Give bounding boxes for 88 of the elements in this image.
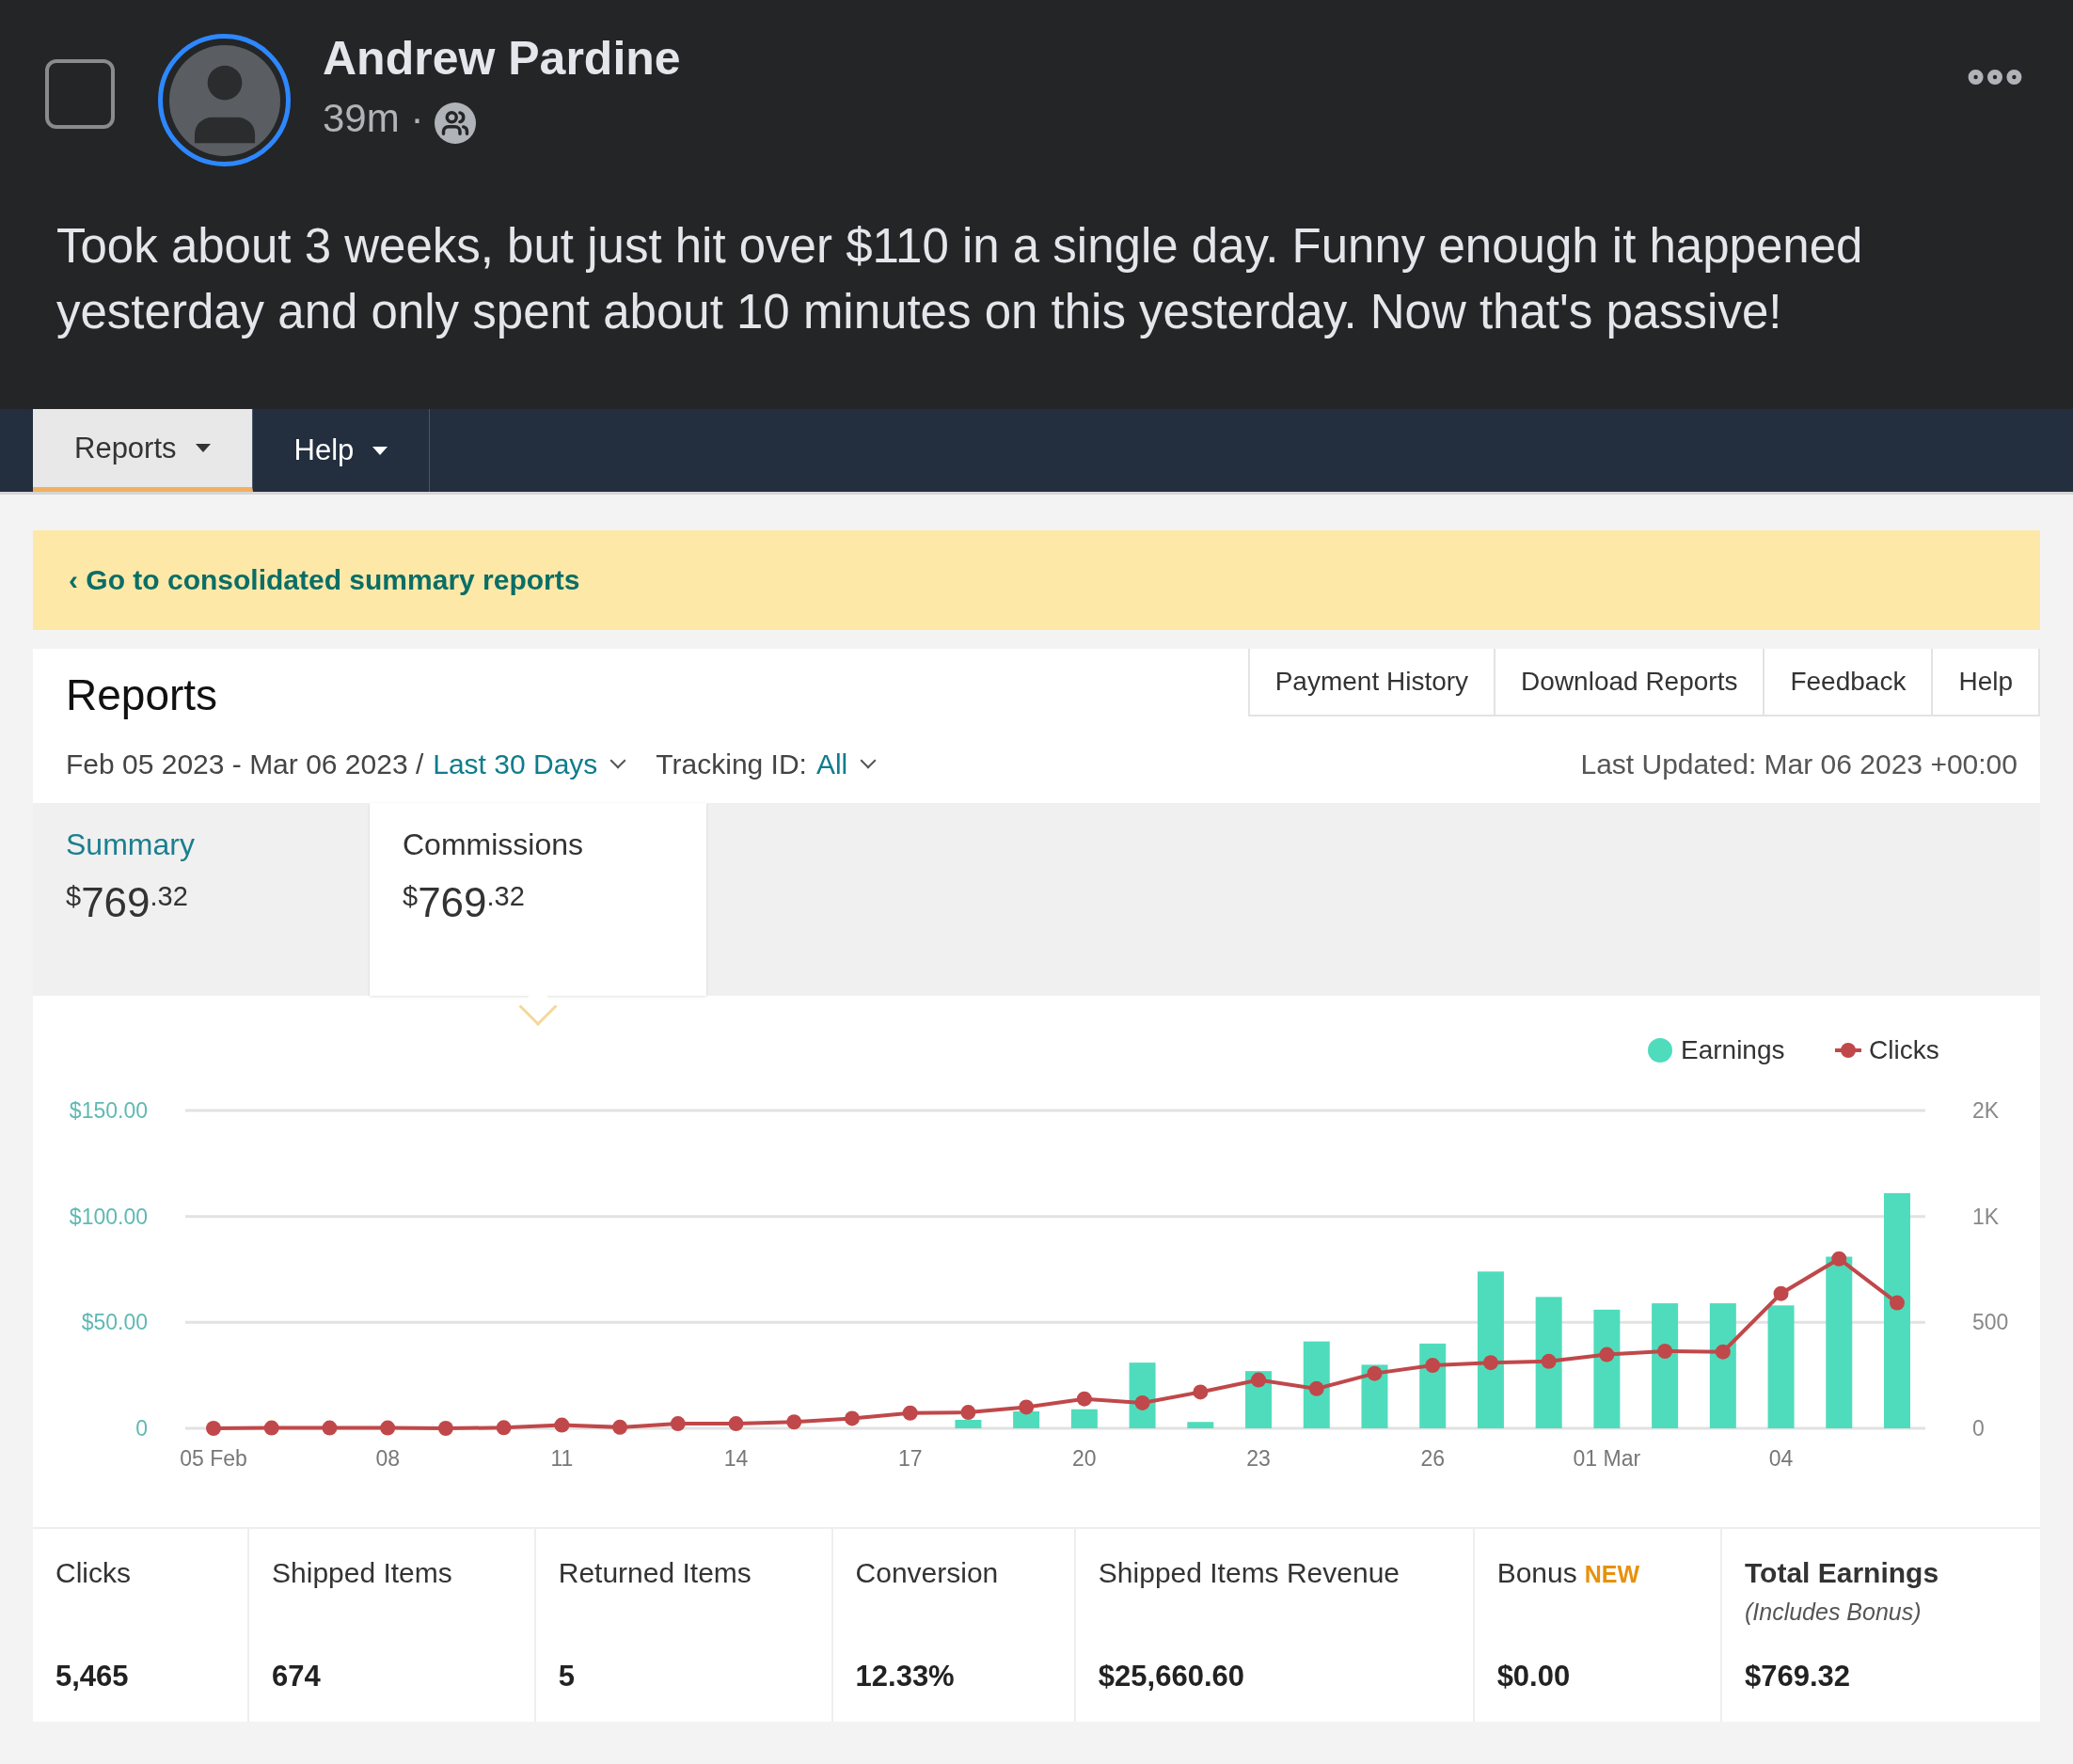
post-text: Took about 3 weeks, but just hit over $110 in a single day. Funny enough it happened yesterday and only spent about 10 minutes on this yesterday. Now that's passive! bbox=[56, 218, 1864, 340]
clicks-point bbox=[1193, 1384, 1209, 1400]
clicks-point bbox=[1890, 1295, 1905, 1311]
y-axis-label: 0 bbox=[135, 1416, 148, 1441]
y-axis-label: $50.00 bbox=[81, 1310, 148, 1335]
tab-label: Commissions bbox=[403, 827, 585, 862]
y-axis-label: $150.00 bbox=[69, 1098, 148, 1123]
stat-value: 5 bbox=[558, 1660, 576, 1693]
legend-label: Clicks bbox=[1869, 1035, 1939, 1064]
clicks-point bbox=[844, 1410, 860, 1426]
x-axis-label: 14 bbox=[723, 1446, 749, 1471]
clicks-point bbox=[322, 1420, 338, 1436]
clicks-point bbox=[1482, 1355, 1498, 1371]
clicks-point bbox=[437, 1421, 453, 1436]
clicks-point bbox=[380, 1420, 396, 1436]
stat-value: $25,660.60 bbox=[1098, 1660, 1245, 1693]
x-axis-label: 26 bbox=[1420, 1446, 1445, 1471]
date-range: Feb 05 2023 - Mar 06 2023 / bbox=[66, 748, 424, 780]
stat-note: (Includes Bonus) bbox=[1744, 1599, 1923, 1626]
clicks-point bbox=[1425, 1358, 1441, 1374]
earnings-bar bbox=[1187, 1422, 1214, 1428]
clicks-point bbox=[1076, 1391, 1092, 1407]
stat-value: $0.00 bbox=[1496, 1660, 1572, 1693]
clicks-point bbox=[1599, 1347, 1615, 1362]
clicks-point bbox=[1251, 1372, 1267, 1388]
tab-label: Summary bbox=[66, 827, 196, 862]
stat-label: Conversion bbox=[855, 1557, 999, 1589]
y-axis-label: $100.00 bbox=[69, 1204, 148, 1229]
period-dropdown[interactable]: Last 30 Days bbox=[433, 748, 598, 780]
clicks-point bbox=[263, 1420, 279, 1436]
earnings-bar bbox=[1013, 1410, 1040, 1428]
clicks-point bbox=[206, 1421, 221, 1436]
earnings-bar bbox=[955, 1420, 982, 1428]
stat-label: Shipped Items bbox=[272, 1557, 452, 1589]
clicks-point bbox=[1657, 1344, 1673, 1359]
clicks-point bbox=[612, 1419, 628, 1435]
stat-label: Bonus bbox=[1496, 1557, 1577, 1589]
clicks-point bbox=[960, 1405, 976, 1421]
x-axis-label: 05 Feb bbox=[180, 1446, 247, 1471]
legend-dot-icon bbox=[1648, 1038, 1672, 1063]
x-axis-label: 20 bbox=[1072, 1446, 1097, 1471]
x-axis-label: 04 bbox=[1768, 1446, 1794, 1471]
nav-menu-tab[interactable]: Help bbox=[252, 409, 431, 492]
clicks-point bbox=[496, 1420, 512, 1436]
avatar[interactable] bbox=[158, 34, 291, 166]
clicks-point bbox=[1367, 1365, 1383, 1381]
y-axis-label: 500 bbox=[1972, 1310, 2009, 1335]
clicks-point bbox=[1715, 1344, 1731, 1360]
legend-line-icon bbox=[1835, 1043, 1861, 1058]
post-time: 39m · bbox=[323, 95, 424, 141]
clicks-point bbox=[1541, 1353, 1557, 1369]
y-axis-label: 0 bbox=[1972, 1416, 1985, 1441]
earnings-bar bbox=[1070, 1409, 1098, 1428]
stat-label: Clicks bbox=[55, 1557, 131, 1589]
x-axis-label: 17 bbox=[897, 1446, 923, 1471]
stat-value: $769.32 bbox=[1744, 1660, 1852, 1693]
x-axis-label: 01 Mar bbox=[1573, 1446, 1641, 1471]
author-name[interactable]: Andrew Pardine bbox=[323, 30, 681, 86]
clicks-point bbox=[1019, 1399, 1035, 1415]
clicks-point bbox=[1134, 1394, 1150, 1410]
y-axis-label: 2K bbox=[1972, 1098, 2000, 1123]
clicks-point bbox=[1308, 1380, 1324, 1396]
clicks-point bbox=[786, 1414, 802, 1430]
x-axis-label: 11 bbox=[550, 1446, 574, 1471]
x-axis-label: 08 bbox=[375, 1446, 400, 1471]
tracking-label: Tracking ID: bbox=[656, 748, 807, 780]
clicks-point bbox=[554, 1417, 570, 1433]
legend-label: Earnings bbox=[1681, 1035, 1785, 1064]
clicks-point bbox=[1773, 1285, 1789, 1301]
stat-value: 5,465 bbox=[55, 1660, 130, 1693]
stat-label: Shipped Items Revenue bbox=[1098, 1557, 1400, 1589]
clicks-point bbox=[1831, 1251, 1847, 1267]
clicks-point bbox=[728, 1416, 744, 1432]
x-axis-label: 23 bbox=[1246, 1446, 1271, 1471]
page-title: Reports bbox=[66, 669, 218, 720]
stat-label: Total Earnings bbox=[1744, 1557, 1939, 1589]
stat-value: 12.33% bbox=[855, 1660, 956, 1693]
stat-value: 674 bbox=[272, 1660, 322, 1693]
clicks-point bbox=[670, 1416, 686, 1432]
summary-reports-link[interactable]: ‹ Go to consolidated summary reports bbox=[69, 564, 580, 596]
y-axis-label: 1K bbox=[1972, 1204, 2000, 1229]
last-updated: Last Updated: Mar 06 2023 +00:00 bbox=[1580, 748, 2018, 780]
stat-label: Returned Items bbox=[558, 1557, 752, 1589]
new-label: NEW bbox=[1584, 1561, 1640, 1588]
tracking-dropdown[interactable]: All bbox=[815, 748, 848, 780]
nav-menu-tab[interactable]: Reports bbox=[33, 409, 253, 492]
clicks-point bbox=[902, 1405, 918, 1421]
checkbox[interactable] bbox=[45, 58, 115, 129]
